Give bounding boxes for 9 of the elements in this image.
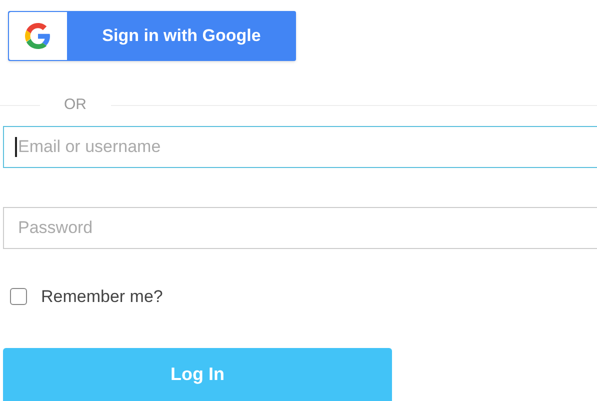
divider-label: OR: [63, 95, 88, 115]
login-button[interactable]: Log In: [3, 348, 392, 401]
remember-label: Remember me?: [41, 286, 163, 308]
remember-checkbox[interactable]: [10, 288, 27, 306]
google-logo-icon: [25, 23, 51, 49]
email-field[interactable]: Email or username: [3, 126, 597, 168]
google-sign-in-button[interactable]: Sign in with Google: [8, 11, 296, 61]
password-field[interactable]: Password: [3, 207, 597, 249]
text-cursor: [15, 137, 16, 157]
